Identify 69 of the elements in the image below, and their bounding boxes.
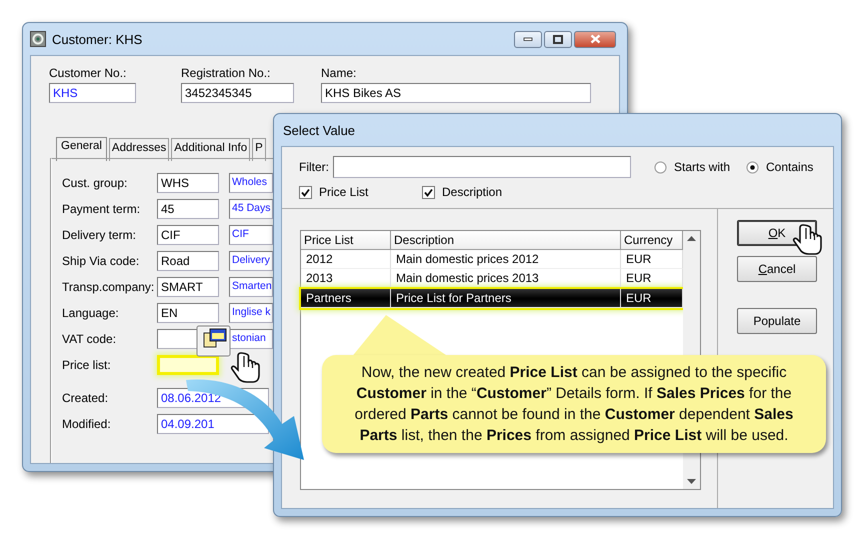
column-header[interactable]: Description — [391, 231, 621, 250]
hand-cursor-icon — [792, 224, 822, 255]
maximize-button[interactable] — [544, 30, 572, 48]
hand-cursor-icon — [230, 352, 260, 383]
field-label: Language: — [62, 306, 120, 320]
window-title: Customer: KHS — [52, 32, 142, 46]
description-field: Smarten — [229, 277, 273, 297]
description-field: Delivery — [229, 251, 273, 271]
field-label: Price list: — [62, 358, 112, 372]
app-icon — [30, 31, 46, 47]
radio-button[interactable] — [746, 160, 760, 174]
table-row[interactable]: 2012 Main domestic prices 2012 EUR — [301, 250, 683, 269]
code-field[interactable]: CIF — [157, 225, 219, 245]
maximize-icon — [553, 34, 563, 44]
description-field: stonian — [229, 329, 273, 349]
description-field: Inglise k — [229, 303, 273, 323]
field-label: Delivery term: — [62, 228, 138, 242]
field-label: VAT code: — [62, 332, 118, 346]
field-label: Registration No.: — [181, 66, 272, 80]
tab[interactable]: P — [252, 138, 266, 161]
code-field[interactable]: 45 — [157, 199, 219, 219]
column-header[interactable]: Currency — [621, 231, 683, 250]
scroll-up-icon[interactable] — [687, 236, 696, 241]
close-icon — [590, 34, 600, 44]
text-field[interactable]: KHS — [49, 83, 136, 103]
field-label: Ship Via code: — [62, 254, 140, 268]
dialog-button[interactable]: Populate — [737, 308, 817, 334]
minimize-button[interactable] — [514, 30, 542, 48]
column-header[interactable]: Price List — [301, 231, 391, 250]
field-label: Cust. group: — [62, 176, 128, 190]
option-label: Starts with — [674, 160, 730, 174]
table-cell: 2012 — [301, 250, 391, 269]
field-label: Customer No.: — [49, 66, 128, 80]
field-label: Payment term: — [62, 202, 142, 216]
filter-field[interactable] — [333, 156, 631, 178]
field-label: Modified: — [62, 417, 112, 431]
dialog-button[interactable]: Cancel — [737, 256, 817, 282]
radio-button[interactable] — [654, 160, 667, 174]
description-field: CIF — [229, 225, 273, 245]
table-cell: Main domestic prices 2012 — [391, 250, 621, 269]
minimize-icon — [523, 37, 533, 41]
code-field[interactable]: Road — [157, 251, 219, 271]
tab[interactable]: Addresses — [108, 138, 170, 161]
close-button[interactable] — [574, 30, 616, 48]
lookup-popup[interactable] — [196, 326, 230, 356]
date-field: 04.09.201 — [157, 414, 269, 434]
description-field: 45 Days — [229, 199, 273, 219]
table-cell: Price List for Partners — [391, 289, 621, 308]
text-field[interactable]: KHS Bikes AS — [321, 83, 591, 103]
code-field[interactable]: WHS — [157, 173, 219, 193]
text-field[interactable]: 3452345345 — [181, 83, 294, 103]
checkbox-label: Description — [442, 185, 502, 199]
code-field[interactable]: SMART — [157, 277, 219, 297]
field-label: Created: — [62, 391, 110, 405]
option-label: Contains — [766, 160, 814, 174]
table-cell: Partners — [301, 289, 391, 308]
code-field[interactable]: EN — [157, 303, 219, 323]
filter-label: Filter: — [299, 160, 329, 174]
checkbox-label: Price List — [319, 185, 368, 199]
description-field: Wholes — [229, 173, 273, 193]
dialog-title: Select Value — [283, 122, 356, 138]
field-label: Transp.company: — [62, 280, 156, 294]
checkbox[interactable] — [299, 186, 312, 198]
table-row[interactable]: Partners Price List for Partners EUR — [301, 289, 683, 308]
tab[interactable]: Additional Info — [171, 138, 250, 161]
checkbox[interactable] — [422, 186, 435, 198]
tab[interactable]: General — [56, 137, 107, 161]
scroll-down-icon[interactable] — [687, 479, 696, 484]
field-label: Name: — [321, 66, 358, 80]
